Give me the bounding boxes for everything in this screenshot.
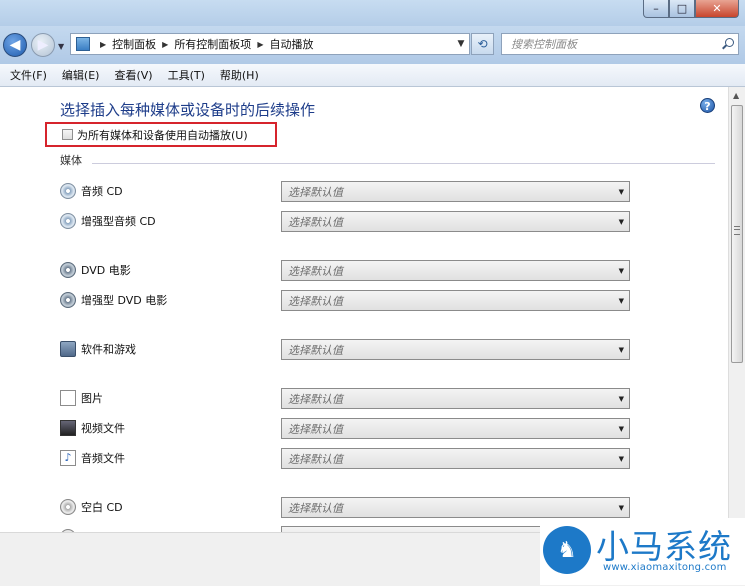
close-button[interactable]: ✕ — [695, 0, 739, 18]
menu-view[interactable]: 查看(V) — [114, 67, 152, 83]
title-bar: – □ ✕ — [0, 0, 745, 26]
select-value: 选择默认值 — [288, 501, 343, 515]
item-label: 增强型 DVD 电影 — [81, 294, 168, 307]
item-label: 音频 CD — [81, 185, 123, 198]
default-action-select[interactable]: 选择默认值 ▼ — [281, 211, 630, 232]
select-value: 选择默认值 — [288, 452, 343, 466]
audio-cd-icon — [60, 183, 76, 199]
chevron-down-icon: ▼ — [618, 296, 624, 305]
audio-file-icon: ♪ — [60, 450, 76, 466]
default-action-select[interactable]: 选择默认值 ▼ — [281, 181, 630, 202]
address-dropdown-icon[interactable]: ▼ — [453, 39, 469, 49]
vertical-scrollbar[interactable]: ▲ — [728, 87, 745, 532]
chevron-down-icon: ▼ — [618, 187, 624, 196]
watermark-title: 小马系统 — [596, 527, 732, 566]
select-value: 选择默认值 — [288, 343, 343, 357]
menu-help[interactable]: 帮助(H) — [220, 67, 259, 83]
chevron-down-icon: ▼ — [618, 503, 624, 512]
chevron-right-icon[interactable]: ▶ — [257, 40, 263, 49]
scroll-up-icon[interactable]: ▲ — [733, 91, 739, 100]
video-file-icon — [60, 420, 76, 436]
enhanced-audio-cd-icon — [60, 213, 76, 229]
default-action-select[interactable]: 选择默认值 ▼ — [281, 497, 630, 518]
forward-button[interactable]: ▶ — [31, 33, 55, 57]
chevron-down-icon: ▼ — [618, 454, 624, 463]
default-action-select[interactable]: 选择默认值 ▼ — [281, 388, 630, 409]
enhanced-dvd-icon — [60, 292, 76, 308]
chevron-down-icon: ▼ — [618, 394, 624, 403]
breadcrumb-all-items[interactable]: 所有控制面板项 — [174, 36, 251, 52]
default-action-select[interactable]: 选择默认值 ▼ — [281, 290, 630, 311]
select-value: 选择默认值 — [288, 422, 343, 436]
autoplay-checkbox[interactable] — [62, 129, 73, 140]
chevron-down-icon: ▼ — [618, 217, 624, 226]
item-label: 图片 — [81, 392, 103, 405]
default-action-select[interactable]: 选择默认值 ▼ — [281, 339, 630, 360]
breadcrumb-control-panel[interactable]: 控制面板 — [112, 36, 156, 52]
breadcrumb-autoplay[interactable]: 自动播放 — [269, 36, 313, 52]
item-label: 增强型音频 CD — [81, 215, 156, 228]
select-value: 选择默认值 — [288, 392, 343, 406]
dvd-movie-icon — [60, 262, 76, 278]
grip-icon — [734, 226, 740, 235]
minimize-button[interactable]: – — [643, 0, 669, 18]
item-label: DVD 电影 — [81, 264, 131, 277]
blank-cd-icon — [60, 499, 76, 515]
autoplay-all-option[interactable]: 为所有媒体和设备使用自动播放(U) — [45, 122, 277, 147]
chevron-right-icon[interactable]: ▶ — [162, 40, 168, 49]
item-label: 视频文件 — [81, 422, 125, 435]
item-label: 空白 CD — [81, 501, 123, 514]
recent-pages-dropdown-icon[interactable]: ▼ — [58, 42, 64, 51]
page-title: 选择插入每种媒体或设备时的后续操作 — [60, 101, 316, 119]
item-label: 软件和游戏 — [81, 343, 136, 356]
menu-edit[interactable]: 编辑(E) — [62, 67, 100, 83]
back-button[interactable]: ◀ — [3, 33, 27, 57]
watermark-url: www.xiaomaxitong.com — [603, 562, 727, 573]
breadcrumb: ▶ 控制面板 ▶ 所有控制面板项 ▶ 自动播放 — [94, 36, 313, 52]
main-content: 选择插入每种媒体或设备时的后续操作 ? 为所有媒体和设备使用自动播放(U) 媒体… — [0, 87, 728, 532]
control-panel-icon — [76, 37, 90, 51]
menu-tools[interactable]: 工具(T) — [168, 67, 205, 83]
select-value: 选择默认值 — [288, 215, 343, 229]
address-bar[interactable]: ▶ 控制面板 ▶ 所有控制面板项 ▶ 自动播放 ▼ — [70, 33, 470, 55]
picture-icon — [60, 390, 76, 406]
chevron-right-icon[interactable]: ▶ — [100, 40, 106, 49]
search-input[interactable]: 搜索控制面板 — [511, 36, 577, 52]
refresh-button[interactable]: ⟲ — [471, 33, 494, 55]
horse-logo-icon: ♞ — [543, 526, 591, 574]
chevron-down-icon: ▼ — [618, 345, 624, 354]
search-box[interactable]: 搜索控制面板 — [501, 33, 739, 55]
chevron-down-icon: ▼ — [618, 424, 624, 433]
section-media-label: 媒体 — [60, 154, 82, 167]
chevron-down-icon: ▼ — [618, 266, 624, 275]
select-value: 选择默认值 — [288, 294, 343, 308]
default-action-select[interactable]: 选择默认值 ▼ — [281, 418, 630, 439]
menu-file[interactable]: 文件(F) — [10, 67, 47, 83]
item-label: 音频文件 — [81, 452, 125, 465]
software-icon — [60, 341, 76, 357]
window-controls: – □ ✕ — [643, 0, 739, 18]
default-action-select[interactable]: 选择默认值 ▼ — [281, 448, 630, 469]
select-value: 选择默认值 — [288, 264, 343, 278]
autoplay-checkbox-label[interactable]: 为所有媒体和设备使用自动播放(U) — [77, 127, 248, 143]
scrollbar-thumb[interactable] — [731, 105, 743, 363]
search-icon[interactable] — [722, 38, 734, 50]
help-icon[interactable]: ? — [700, 98, 715, 113]
select-value: 选择默认值 — [288, 185, 343, 199]
default-action-select[interactable]: 选择默认值 ▼ — [281, 260, 630, 281]
section-divider — [92, 163, 715, 164]
menu-bar: 文件(F) 编辑(E) 查看(V) 工具(T) 帮助(H) — [0, 64, 745, 87]
maximize-button[interactable]: □ — [669, 0, 695, 18]
